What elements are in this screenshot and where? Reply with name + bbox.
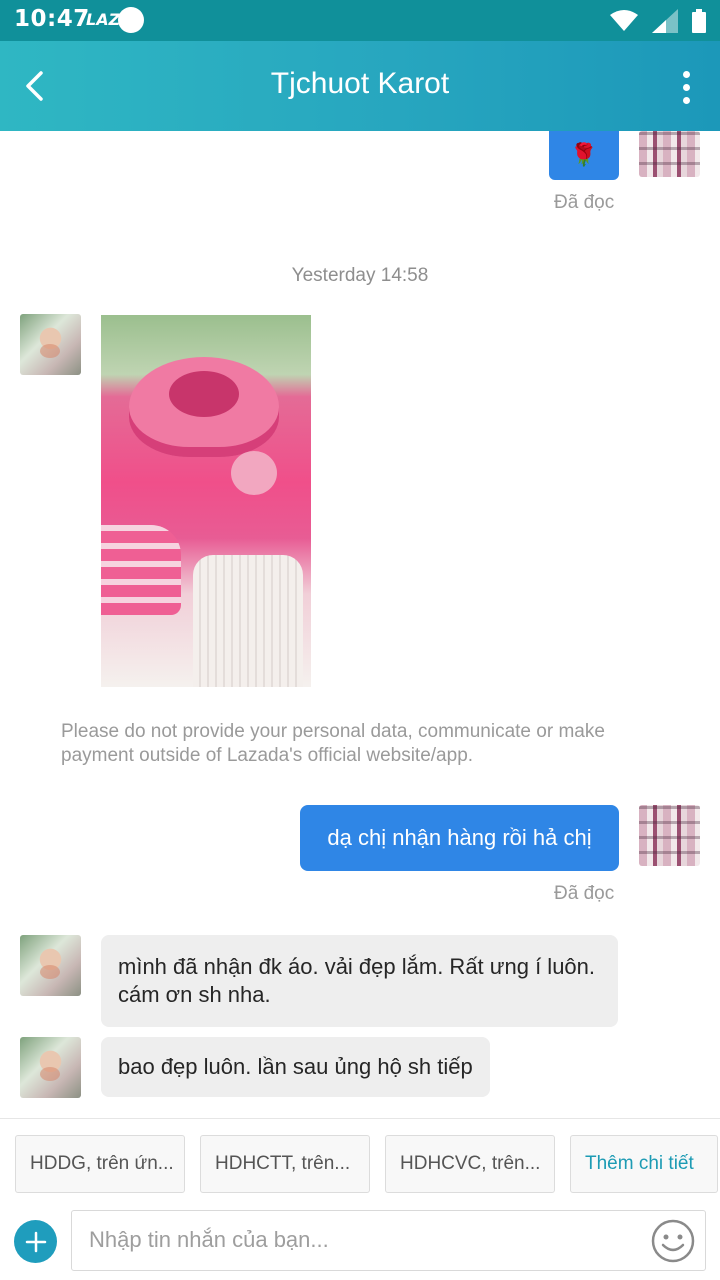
incoming-message[interactable]: mình đã nhận đk áo. vải đẹp lắm. Rất ưng… <box>101 935 618 1027</box>
wifi-icon <box>610 10 638 31</box>
plus-icon <box>25 1231 46 1252</box>
battery-icon <box>692 9 706 33</box>
message-input[interactable]: Nhập tin nhắn của bạn... <box>71 1210 706 1271</box>
seller-avatar[interactable] <box>639 805 700 866</box>
quick-reply-bar: HDDG, trên ứn... HDHCTT, trên... HDHCVC,… <box>0 1118 720 1200</box>
status-time: 10:47 <box>14 6 90 32</box>
chat-header: Tjchuot Karot <box>0 41 720 131</box>
signal-icon <box>652 9 678 33</box>
photo-sweater-body <box>193 555 303 687</box>
quick-reply-chip[interactable]: HDDG, trên ứn... <box>15 1135 185 1193</box>
status-bar: 10:47 LAZ <box>0 0 720 41</box>
read-receipt: Đã đọc <box>554 192 615 213</box>
photo-sleeve <box>101 525 181 615</box>
quick-reply-chip[interactable]: HDHCVC, trên... <box>385 1135 555 1193</box>
dot-icon <box>682 70 690 78</box>
seller-avatar[interactable] <box>639 131 700 177</box>
safety-notice: Please do not provide your personal data… <box>61 721 605 766</box>
buyer-avatar[interactable] <box>20 935 81 996</box>
buyer-avatar[interactable] <box>20 1037 81 1098</box>
incoming-message[interactable]: bao đẹp luôn. lần sau ủng hộ sh tiếp <box>101 1037 490 1097</box>
more-details-chip[interactable]: Thêm chi tiết <box>570 1135 718 1193</box>
dot-icon <box>682 96 690 104</box>
more-options-button[interactable] <box>674 67 698 107</box>
message-input-placeholder: Nhập tin nhắn của bạn... <box>89 1227 329 1252</box>
buyer-avatar[interactable] <box>20 314 81 375</box>
photo-message[interactable] <box>101 315 311 687</box>
photo-pompom <box>231 451 277 495</box>
read-receipt: Đã đọc <box>554 883 615 904</box>
lazada-notification-icon: LAZ <box>86 10 121 29</box>
message-timestamp: Yesterday 14:58 <box>291 265 429 286</box>
emoji-icon[interactable] <box>651 1219 695 1263</box>
rose-icon: 🌹 <box>570 143 598 168</box>
dot-icon <box>682 83 690 91</box>
quick-reply-chip[interactable]: HDHCTT, trên... <box>200 1135 370 1193</box>
composer: Nhập tin nhắn của bạn... <box>0 1200 720 1280</box>
outgoing-message[interactable]: dạ chị nhận hàng rồi hả chị <box>300 805 619 871</box>
status-icons <box>610 8 706 34</box>
photo-hood-inner <box>169 371 239 417</box>
sticker-message[interactable]: 🌹 <box>549 131 619 180</box>
chat-area[interactable]: 🌹 Đã đọc Yesterday 14:58 Please do not p… <box>0 131 720 1118</box>
notification-dot-icon <box>118 7 144 33</box>
chat-title: Tjchuot Karot <box>270 67 450 100</box>
add-attachment-button[interactable] <box>14 1220 57 1263</box>
outgoing-message-text: dạ chị nhận hàng rồi hả chị <box>327 825 592 850</box>
